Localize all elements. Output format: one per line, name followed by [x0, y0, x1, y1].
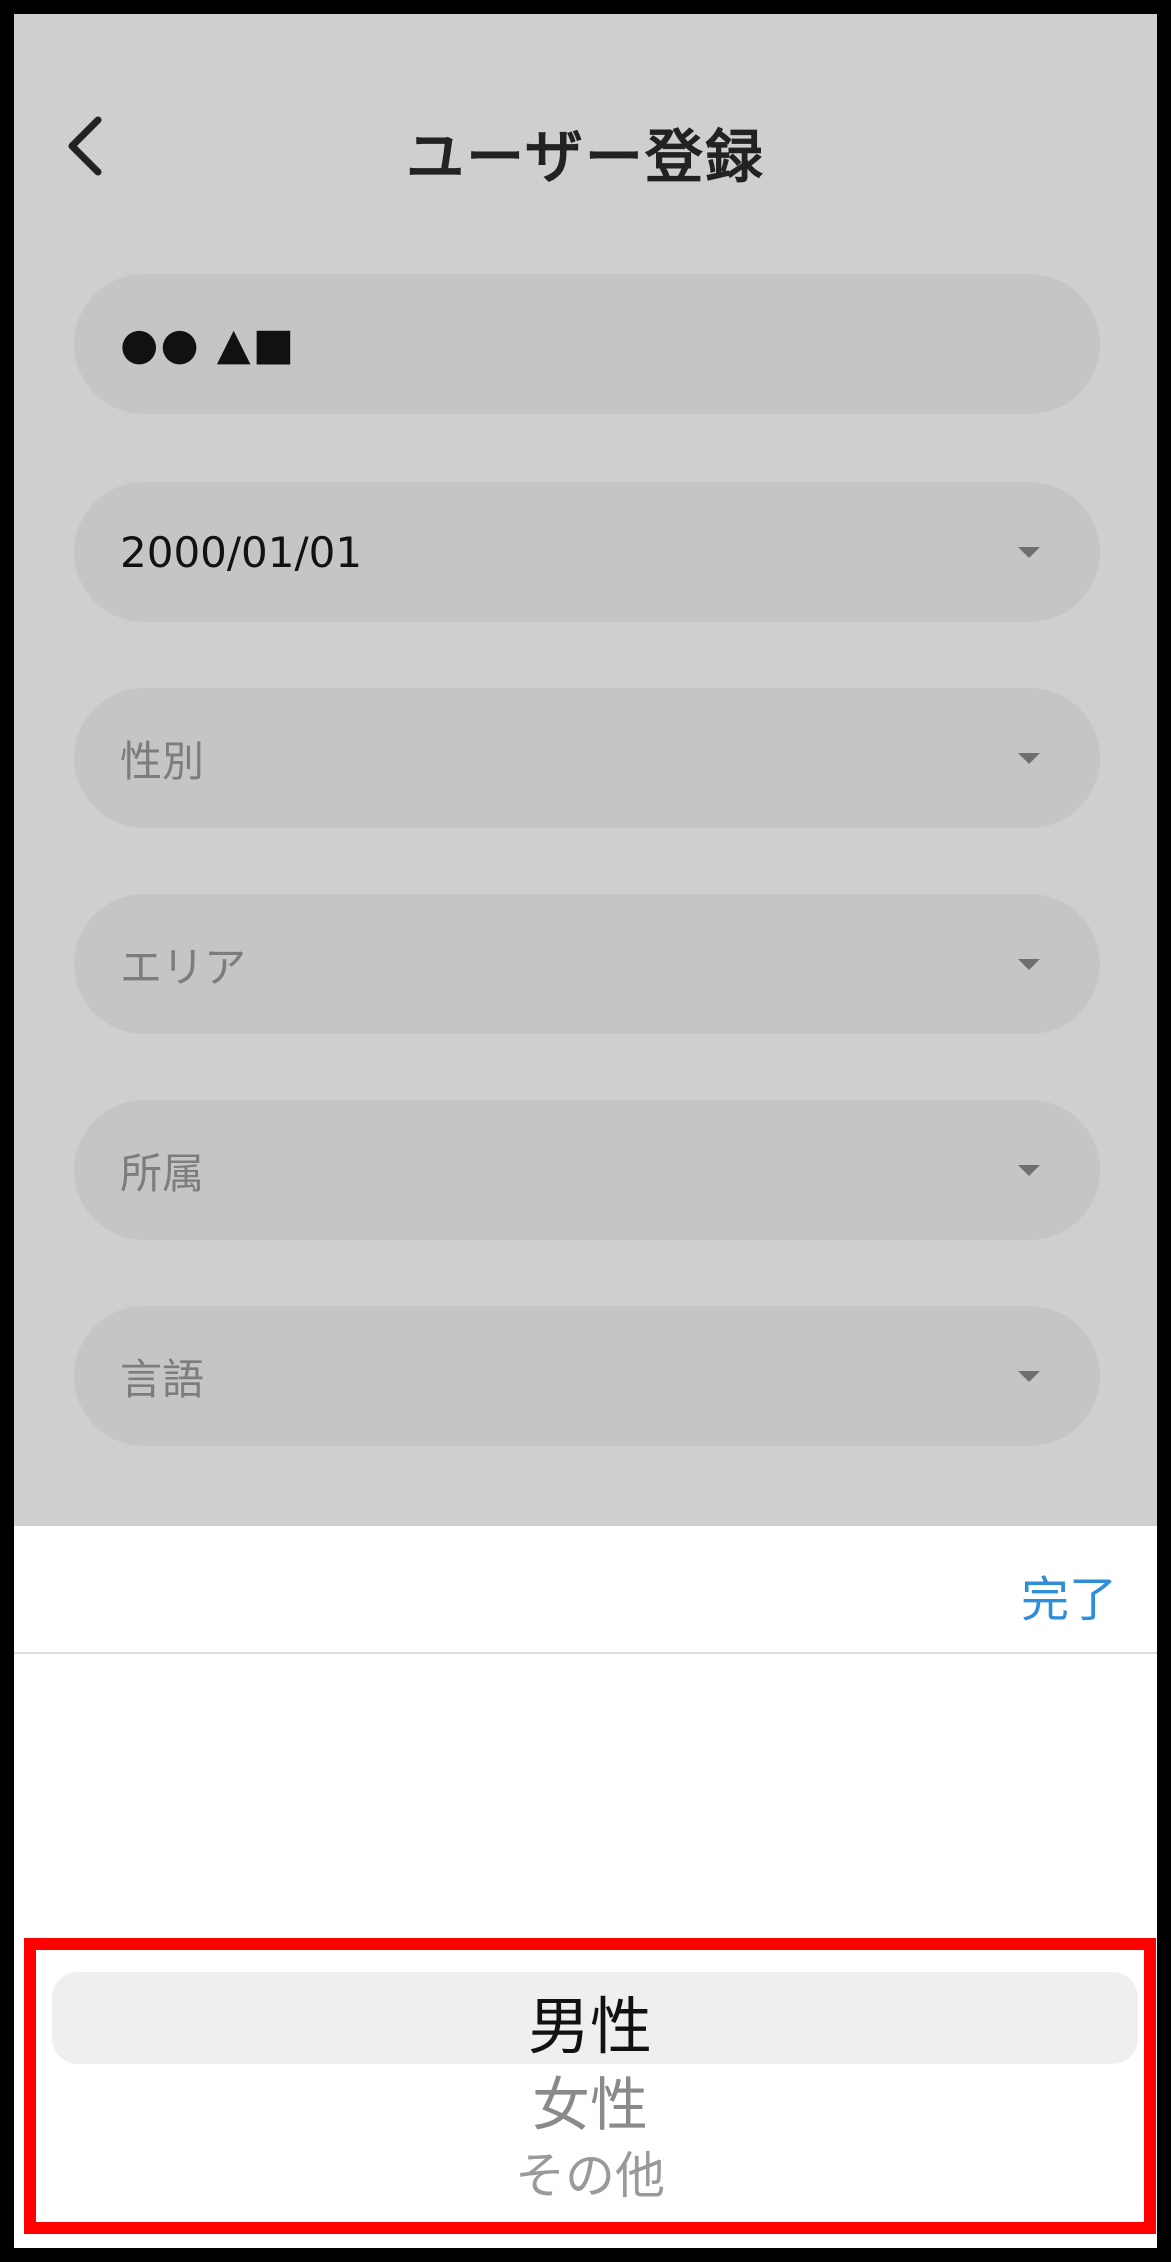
picker-sheet: 完了 男性 女性 その他: [14, 1526, 1157, 2248]
name-field[interactable]: ●● ▲■: [74, 274, 1100, 414]
caret-down-icon: [1018, 752, 1040, 764]
caret-down-icon: [1018, 1164, 1040, 1176]
gender-placeholder: 性別: [120, 736, 205, 786]
language-placeholder: 言語: [120, 1354, 205, 1404]
picker-option-other[interactable]: その他: [36, 2136, 1144, 2208]
affiliation-select[interactable]: 所属: [74, 1100, 1100, 1240]
area-select[interactable]: エリア: [74, 894, 1100, 1034]
affiliation-placeholder: 所属: [120, 1148, 205, 1198]
page-title: ユーザー登録: [406, 123, 765, 191]
picker-toolbar: 完了: [14, 1526, 1157, 1654]
gender-picker-wheel[interactable]: 男性 女性 その他: [24, 1938, 1156, 2234]
phone-screen: ユーザー登録 ●● ▲■ 2000/01/01 性別 エリア 所属 言語 完了: [14, 14, 1157, 2248]
header-bar: ユーザー登録: [14, 74, 1157, 214]
done-button[interactable]: 完了: [1021, 1560, 1117, 1630]
name-value: ●● ▲■: [120, 318, 297, 370]
caret-down-icon: [1018, 1370, 1040, 1382]
picker-option-male[interactable]: 男性: [36, 1976, 1144, 2066]
registration-screen-dimmed: ユーザー登録 ●● ▲■ 2000/01/01 性別 エリア 所属 言語: [14, 14, 1157, 1526]
area-placeholder: エリア: [120, 942, 247, 992]
gender-select[interactable]: 性別: [74, 688, 1100, 828]
language-select[interactable]: 言語: [74, 1306, 1100, 1446]
caret-down-icon: [1018, 958, 1040, 970]
picker-option-female[interactable]: 女性: [36, 2058, 1144, 2142]
caret-down-icon: [1018, 546, 1040, 558]
birthdate-value: 2000/01/01: [120, 527, 363, 577]
birthdate-select[interactable]: 2000/01/01: [74, 482, 1100, 622]
